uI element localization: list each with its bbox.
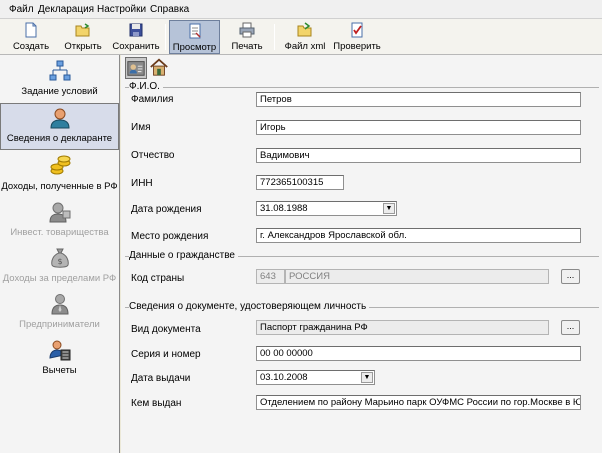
menu-declaration[interactable]: Декларация	[38, 4, 94, 15]
tab-personal[interactable]	[125, 57, 147, 79]
check-label: Проверить	[333, 41, 381, 52]
issued-by-field[interactable]: Отделением по району Марьино парк ОУФМС …	[256, 395, 581, 410]
nav-item-income-abroad[interactable]: $ Доходы за пределами РФ	[0, 244, 119, 290]
nav-label-declarant: Сведения о декларанте	[6, 133, 113, 144]
toolbar: Создать Открыть Сохранить Просмотр Печат…	[0, 19, 602, 55]
birth-place-label: Место рождения	[131, 231, 209, 242]
country-code-label: Код страны	[131, 273, 185, 284]
series-number-field[interactable]: 00 00 00000	[256, 346, 581, 361]
printer-icon	[239, 22, 255, 38]
country-name-field: РОССИЯ	[285, 269, 549, 284]
nav-item-declarant[interactable]: Сведения о декларанте	[0, 103, 119, 150]
create-label: Создать	[12, 41, 50, 52]
menu-bar: Файл Декларация Настройки Справка	[0, 0, 602, 19]
doc-type-field: Паспорт гражданина РФ	[256, 320, 549, 335]
xml-file-label: Файл xml	[284, 41, 326, 52]
person-card-icon	[127, 61, 145, 76]
new-document-icon	[25, 22, 37, 38]
choose-document-button[interactable]: ...	[561, 320, 580, 335]
coins-icon	[50, 155, 70, 175]
surname-label: Фамилия	[131, 94, 174, 105]
toolbar-separator	[274, 24, 275, 50]
doc-type-label: Вид документа	[131, 324, 201, 335]
birth-date-value: 31.08.1988	[260, 203, 308, 214]
inn-label: ИНН	[131, 178, 153, 189]
issued-by-label: Кем выдан	[131, 398, 182, 409]
menu-file[interactable]: Файл	[9, 4, 34, 15]
inn-field[interactable]: 772365100315	[256, 175, 344, 190]
series-number-label: Серия и номер	[131, 349, 201, 360]
issue-date-label: Дата выдачи	[131, 373, 191, 384]
preview-icon	[189, 23, 201, 39]
section-citizenship-title: Данные о гражданстве	[129, 250, 238, 261]
businessman-icon	[50, 294, 69, 315]
choose-country-button[interactable]: ...	[561, 269, 580, 284]
open-label: Открыть	[64, 41, 102, 52]
name-label: Имя	[131, 122, 151, 133]
house-icon	[150, 58, 168, 76]
birth-date-label: Дата рождения	[131, 204, 202, 215]
nav-label-deductions: Вычеты	[42, 365, 77, 376]
person-icon	[49, 108, 70, 129]
nav-label-income-abroad: Доходы за пределами РФ	[2, 273, 117, 284]
menu-help[interactable]: Справка	[150, 4, 189, 15]
issue-date-value: 03.10.2008	[260, 372, 308, 383]
nav-item-income-rf[interactable]: Доходы, полученные в РФ	[0, 152, 119, 198]
print-button[interactable]: Печать	[224, 20, 270, 54]
dropdown-arrow-icon[interactable]: ▼	[383, 203, 395, 214]
surname-field[interactable]: Петров	[256, 92, 581, 107]
issue-date-dropdown[interactable]: 03.10.2008 ▼	[256, 370, 375, 385]
toolbar-separator	[165, 24, 166, 50]
check-document-icon	[351, 22, 363, 38]
money-bag-icon: $	[50, 248, 69, 268]
xml-file-button[interactable]: Файл xml	[280, 20, 330, 54]
save-button[interactable]: Сохранить	[110, 20, 162, 54]
declarant-panel: Ф.И.О. Фамилия Петров Имя Игорь Отчество…	[121, 55, 602, 453]
name-field[interactable]: Игорь	[256, 120, 581, 135]
floppy-disk-icon	[129, 23, 143, 37]
preview-label: Просмотр	[172, 42, 217, 53]
birth-date-dropdown[interactable]: 31.08.1988 ▼	[256, 201, 397, 216]
preview-button[interactable]: Просмотр	[169, 20, 220, 54]
xml-file-icon	[297, 22, 312, 37]
section-divider	[125, 87, 599, 88]
investor-icon	[48, 202, 70, 223]
patronymic-field[interactable]: Вадимович	[256, 148, 581, 163]
tab-residence[interactable]	[149, 57, 171, 79]
nav-item-deductions[interactable]: Вычеты	[0, 336, 119, 382]
print-label: Печать	[231, 41, 263, 52]
save-label: Сохранить	[112, 41, 160, 52]
nav-label-conditions: Задание условий	[21, 86, 98, 97]
open-folder-icon	[75, 23, 90, 37]
patronymic-label: Отчество	[131, 150, 175, 161]
create-button[interactable]: Создать	[7, 20, 55, 54]
dropdown-arrow-icon[interactable]: ▼	[361, 372, 373, 383]
open-button[interactable]: Открыть	[58, 20, 108, 54]
country-code-field: 643	[256, 269, 285, 284]
nav-item-invest[interactable]: Инвест. товарищества	[0, 198, 119, 244]
nav-label-income-rf: Доходы, полученные в РФ	[1, 181, 118, 192]
check-button[interactable]: Проверить	[331, 20, 383, 54]
section-document-title: Сведения о документе, удостоверяющем лич…	[129, 301, 370, 312]
section-fio-title: Ф.И.О.	[129, 81, 163, 92]
svg-text:$: $	[57, 257, 62, 266]
nav-label-entrepreneurs: Предприниматели	[19, 319, 100, 330]
nav-item-entrepreneurs[interactable]: Предприниматели	[0, 290, 119, 336]
nav-item-conditions[interactable]: Задание условий	[0, 57, 119, 103]
birth-place-field[interactable]: г. Александров Ярославской обл.	[256, 228, 581, 243]
nav-label-invest: Инвест. товарищества	[10, 227, 109, 238]
flowchart-icon	[49, 60, 70, 81]
deductions-icon	[48, 340, 70, 361]
left-navigation: Задание условий Сведения о декларанте До…	[0, 55, 120, 453]
menu-settings[interactable]: Настройки	[97, 4, 146, 15]
